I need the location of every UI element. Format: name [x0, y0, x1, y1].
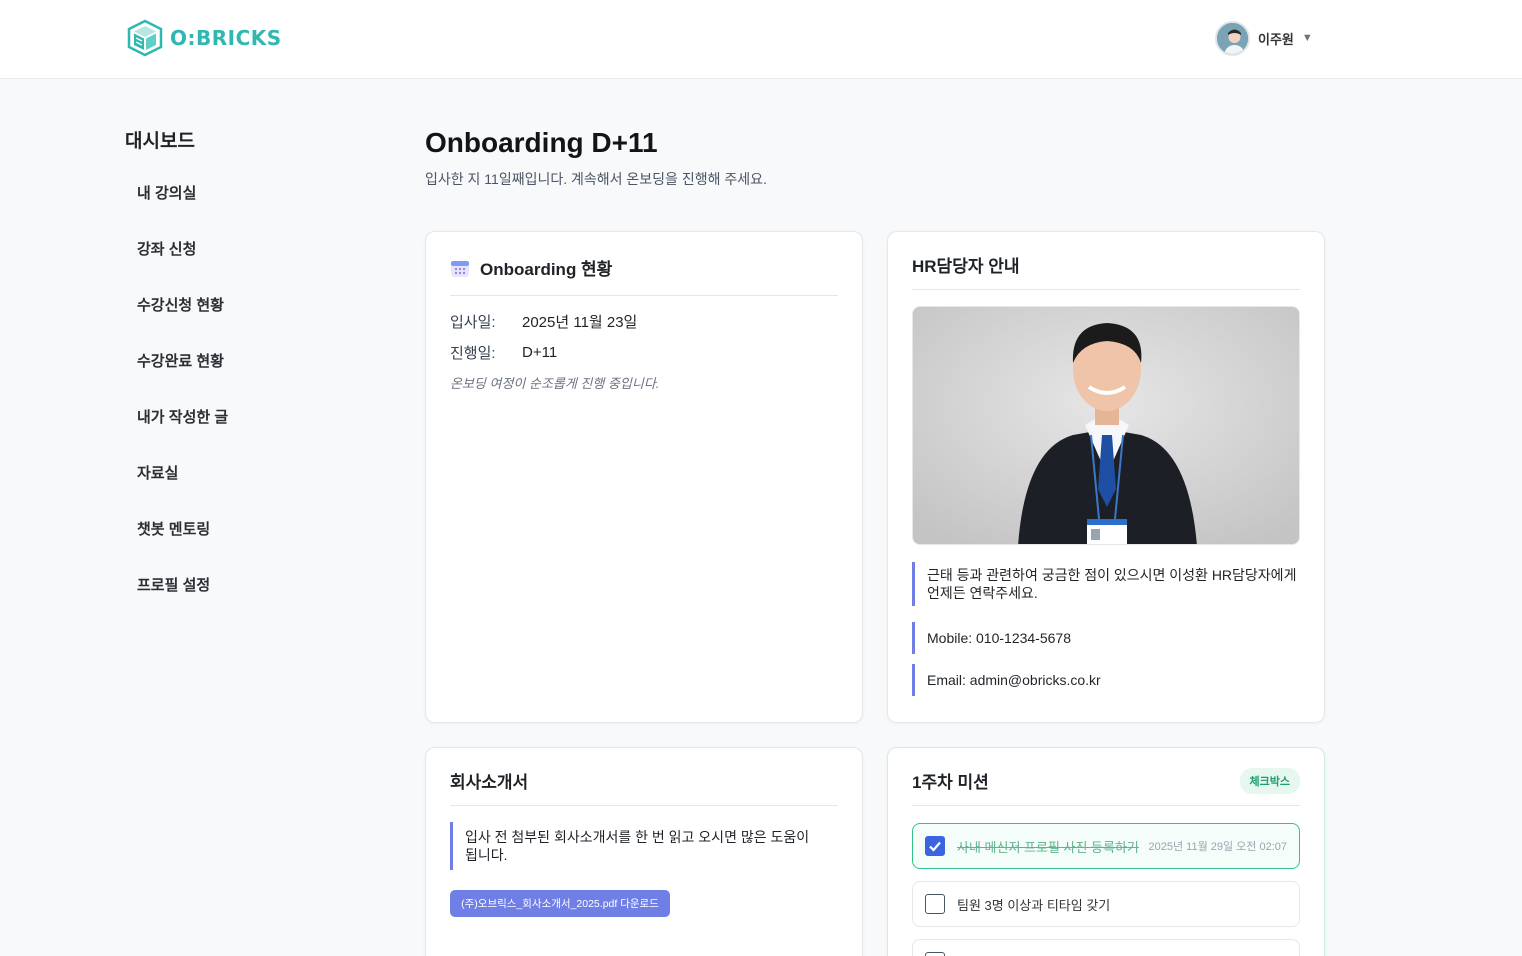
join-date-row: 입사일: 2025년 11월 23일: [450, 310, 862, 332]
join-date-label: 입사일:: [450, 313, 496, 331]
onboarding-status-card: Onboarding 현황 입사일: 2025년 11월 23일 진행일: D+…: [425, 231, 863, 723]
sidebar: 대시보드 내 강의실 강좌 신청 수강신청 현황 수강완료 현황 내가 작성한 …: [125, 126, 325, 598]
hr-manager-portrait-image: [913, 307, 1299, 544]
card-header: HR담당자 안내: [912, 232, 1300, 290]
obricks-logo[interactable]: O:BRICKS: [126, 19, 282, 57]
page-title: Onboarding D+11: [425, 127, 658, 158]
hr-email: Email: admin@obricks.co.kr: [912, 664, 1300, 696]
page-subtitle: 입사한 지 11일째입니다. 계속해서 온보딩을 진행해 주세요.: [425, 171, 767, 187]
download-company-intro-button[interactable]: (주)오브릭스_회사소개서_2025.pdf 다운로드: [450, 890, 670, 917]
mission-checkbox[interactable]: [925, 836, 945, 856]
progress-day-value: D+11: [522, 343, 558, 361]
mission-completed-time: 2025년 11월 29일 오전 02:07: [1148, 841, 1287, 853]
sidebar-item-profile-settings[interactable]: 프로필 설정: [137, 574, 325, 598]
hr-manager-photo: [912, 306, 1300, 545]
hr-mobile: Mobile: 010-1234-5678: [912, 622, 1300, 654]
hr-contact-card: HR담당자 안내 근태 등과 관련하여 궁금한 점이 있으시면 이성환 HR담당…: [887, 231, 1325, 723]
sidebar-item-chatbot-mentoring[interactable]: 챗봇 멘토링: [137, 518, 325, 542]
mission-checkbox[interactable]: [925, 894, 945, 914]
hr-message: 근태 등과 관련하여 궁금한 점이 있으시면 이성환 HR담당자에게 언제든 연…: [912, 562, 1300, 606]
week1-mission-card: 1주차 미션 체크박스 사내 메신저 프로필 사진 등록하기 2025년 11월…: [887, 747, 1325, 956]
user-avatar-icon: [1217, 22, 1248, 54]
mission-checkbox[interactable]: [925, 952, 945, 956]
card-header: 1주차 미션 체크박스: [912, 748, 1300, 806]
mission-label: 사내 메신저 프로필 사진 등록하기: [957, 839, 1139, 855]
mission-item[interactable]: [912, 939, 1300, 956]
progress-day-row: 진행일: D+11: [450, 341, 862, 363]
sidebar-item-completion-status[interactable]: 수강완료 현황: [137, 350, 325, 374]
mission-item[interactable]: 사내 메신저 프로필 사진 등록하기 2025년 11월 29일 오전 02:0…: [912, 823, 1300, 869]
check-icon: [929, 841, 941, 852]
card-header: 회사소개서: [450, 748, 838, 806]
sidebar-item-library[interactable]: 자료실: [137, 462, 325, 486]
join-date-value: 2025년 11월 23일: [522, 313, 638, 331]
top-navigation-bar: O:BRICKS 이주원 ▼: [0, 0, 1522, 79]
checkbox-badge: 체크박스: [1239, 767, 1300, 794]
card-title: 회사소개서: [450, 773, 529, 792]
sidebar-item-course-apply[interactable]: 강좌 신청: [137, 238, 325, 262]
cube-logo-icon: [127, 19, 163, 57]
card-title: HR담당자 안내: [912, 257, 1020, 276]
sidebar-item-my-classroom[interactable]: 내 강의실: [137, 182, 325, 206]
mission-label: 팀원 3명 이상과 티타임 갖기: [957, 897, 1111, 913]
calendar-icon: [451, 260, 469, 277]
card-title: 1주차 미션: [912, 773, 989, 792]
card-header: Onboarding 현황: [450, 232, 838, 296]
logo-wordmark: O:BRICKS: [170, 26, 282, 50]
onboarding-note: 온보딩 여정이 순조롭게 진행 중입니다.: [450, 376, 660, 391]
card-title: Onboarding 현황: [480, 260, 613, 279]
sidebar-title: 대시보드: [125, 131, 195, 152]
chevron-down-icon: ▼: [1301, 32, 1313, 44]
user-menu[interactable]: 이주원 ▼: [1215, 20, 1313, 56]
company-message: 입사 전 첨부된 회사소개서를 한 번 읽고 오시면 많은 도움이 됩니다.: [450, 822, 838, 870]
sidebar-item-enrollment-status[interactable]: 수강신청 현황: [137, 294, 325, 318]
user-name: 이주원: [1258, 31, 1294, 47]
sidebar-item-my-posts[interactable]: 내가 작성한 글: [137, 406, 325, 430]
mission-item[interactable]: 팀원 3명 이상과 티타임 갖기: [912, 881, 1300, 927]
avatar: [1215, 20, 1250, 56]
progress-day-label: 진행일:: [450, 344, 496, 362]
company-intro-card: 회사소개서 입사 전 첨부된 회사소개서를 한 번 읽고 오시면 많은 도움이 …: [425, 747, 863, 956]
